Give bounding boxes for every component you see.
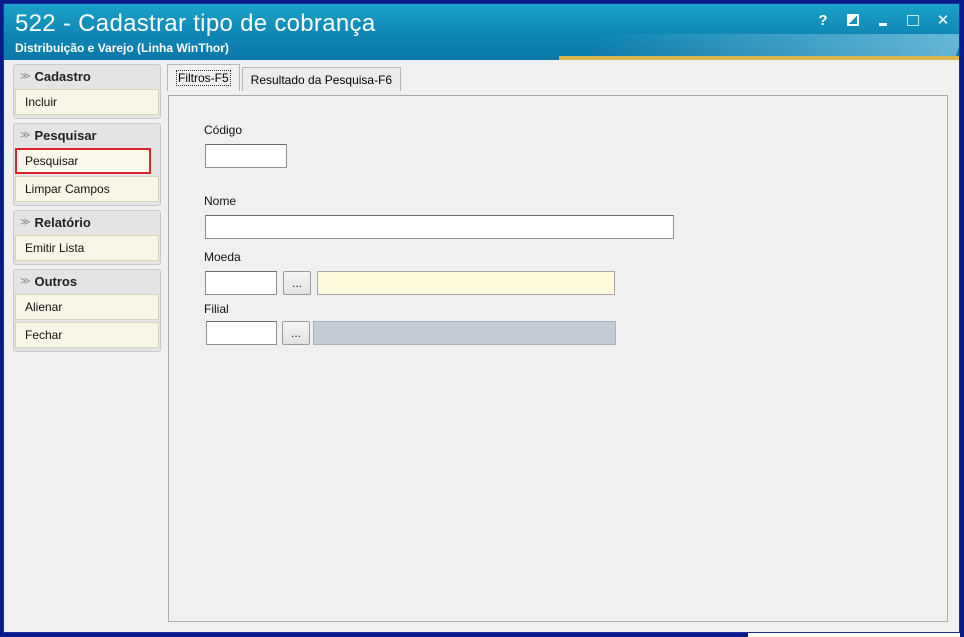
moeda-description-field xyxy=(317,271,615,295)
restore-icon xyxy=(847,14,859,26)
group-header-relatorio[interactable]: ≫ Relatório xyxy=(14,211,160,233)
group-outros: ≫ Outros Alienar Fechar xyxy=(13,269,161,352)
fechar-button[interactable]: Fechar xyxy=(15,322,159,348)
filial-code-input[interactable] xyxy=(206,321,277,345)
maximize-icon xyxy=(907,14,919,26)
action-sidebar: ≫ Cadastro Incluir ≫ Pesquisar Pesquisar… xyxy=(13,64,161,356)
chevron-collapse-icon: ≫ xyxy=(20,275,31,287)
group-header-outros[interactable]: ≫ Outros xyxy=(14,270,160,292)
tab-label: Resultado da Pesquisa-F6 xyxy=(250,72,393,87)
chevron-collapse-icon: ≫ xyxy=(20,216,31,228)
minimize-icon xyxy=(879,23,887,26)
group-header-label: Relatório xyxy=(34,214,91,230)
limpar-campos-button[interactable]: Limpar Campos xyxy=(15,176,159,202)
group-header-label: Pesquisar xyxy=(34,127,97,143)
tab-label: Filtros-F5 xyxy=(176,70,231,86)
incluir-button[interactable]: Incluir xyxy=(15,89,159,115)
nome-label: Nome xyxy=(204,194,237,208)
filial-lookup-button[interactable]: ... xyxy=(282,321,310,345)
window-controls: ? ✕ xyxy=(815,11,951,30)
close-icon: ✕ xyxy=(936,12,950,29)
group-cadastro: ≫ Cadastro Incluir xyxy=(13,64,161,119)
close-button[interactable]: ✕ xyxy=(935,12,951,29)
help-button[interactable]: ? xyxy=(815,11,831,29)
chevron-collapse-icon: ≫ xyxy=(20,70,31,82)
restore-button[interactable] xyxy=(845,12,861,28)
app-window: 522 - Cadastrar tipo de cobrança Distrib… xyxy=(3,3,960,633)
group-header-label: Cadastro xyxy=(34,68,91,84)
nome-input[interactable] xyxy=(205,215,674,239)
group-pesquisar: ≫ Pesquisar Pesquisar Limpar Campos xyxy=(13,123,161,206)
group-header-pesquisar[interactable]: ≫ Pesquisar xyxy=(14,124,160,146)
pesquisar-button[interactable]: Pesquisar xyxy=(15,148,151,174)
maximize-button[interactable] xyxy=(905,12,921,28)
minimize-button[interactable] xyxy=(875,12,891,28)
codigo-label: Código xyxy=(204,123,243,137)
moeda-label: Moeda xyxy=(204,250,241,264)
moeda-code-input[interactable] xyxy=(205,271,277,295)
help-icon: ? xyxy=(818,11,828,29)
moeda-lookup-button[interactable]: ... xyxy=(283,271,311,295)
group-header-cadastro[interactable]: ≫ Cadastro xyxy=(14,65,160,87)
tab-bar: Filtros-F5 Resultado da Pesquisa-F6 xyxy=(167,64,403,91)
codigo-input[interactable] xyxy=(205,144,287,168)
tab-resultado-pesquisa[interactable]: Resultado da Pesquisa-F6 xyxy=(241,67,402,91)
window-title: 522 - Cadastrar tipo de cobrança xyxy=(15,10,376,37)
group-header-label: Outros xyxy=(34,273,78,289)
chevron-collapse-icon: ≫ xyxy=(20,129,31,141)
filial-description-field xyxy=(313,321,616,345)
alienar-button[interactable]: Alienar xyxy=(15,294,159,320)
filters-panel: Código Nome Moeda ... Filial ... xyxy=(168,95,948,622)
title-bar: 522 - Cadastrar tipo de cobrança Distrib… xyxy=(4,4,959,60)
group-relatorio: ≫ Relatório Emitir Lista xyxy=(13,210,161,265)
window-subtitle: Distribuição e Varejo (Linha WinThor) xyxy=(15,41,229,55)
emitir-lista-button[interactable]: Emitir Lista xyxy=(15,235,159,261)
title-accent-strip xyxy=(559,56,959,60)
taskbar-edge xyxy=(748,633,960,637)
tab-filtros[interactable]: Filtros-F5 xyxy=(167,64,240,91)
filial-label: Filial xyxy=(204,302,229,316)
